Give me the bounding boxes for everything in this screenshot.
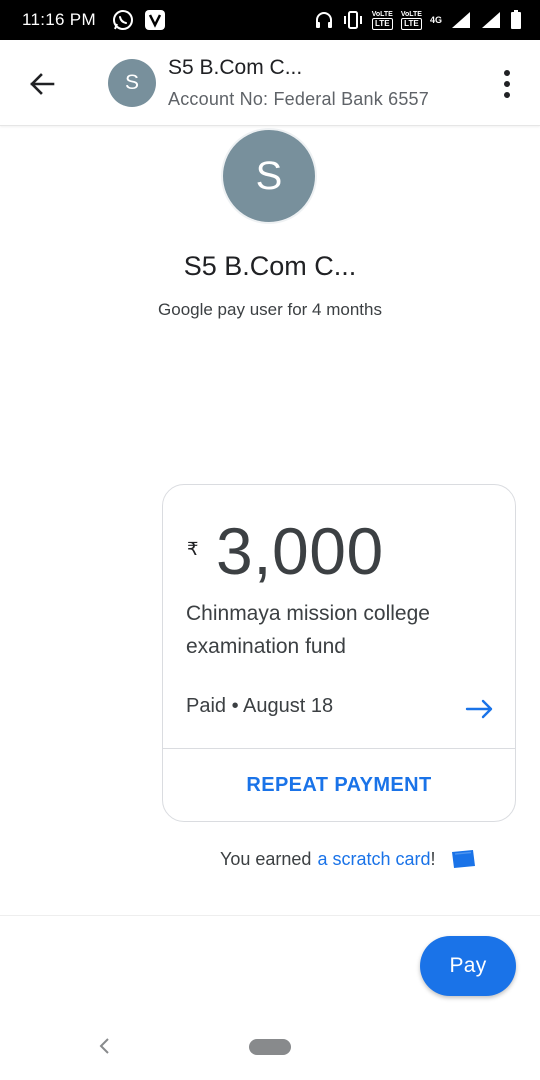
nav-back-icon (99, 1038, 109, 1054)
profile-avatar[interactable]: S (221, 128, 317, 224)
pay-button[interactable]: Pay (420, 936, 516, 996)
signal-2-icon (482, 12, 500, 28)
payment-details-button[interactable] (463, 695, 497, 723)
arrow-right-icon (465, 699, 493, 719)
back-button[interactable] (22, 64, 62, 104)
header-avatar[interactable]: S (108, 59, 156, 107)
v-app-icon (144, 10, 165, 30)
signal-4g-icon: 4G (429, 15, 442, 25)
repeat-payment-button[interactable]: REPEAT PAYMENT (163, 749, 515, 821)
payment-status: Paid • August 18 (186, 695, 334, 717)
profile-subtitle: Google pay user for 4 months (158, 300, 382, 319)
notification-icons (112, 9, 166, 31)
headphones-icon (315, 12, 332, 28)
screen: 11:16 PM VoLTE LTE VoLTE LTE 4G S S5 B.C… (0, 0, 540, 1080)
status-bar: 11:16 PM VoLTE LTE VoLTE LTE 4G (0, 0, 540, 40)
more-vert-icon-dot (504, 70, 510, 76)
scratch-suffix: ! (430, 848, 436, 869)
more-vert-icon-dot (504, 92, 510, 98)
header-contact-name: S5 B.Com C... (168, 56, 303, 79)
currency-symbol: ₹ (187, 539, 199, 559)
volte-2-icon: VoLTE LTE (400, 10, 422, 30)
scratch-card-row: You earned a scratch card ! (220, 848, 476, 870)
status-time: 11:16 PM (22, 10, 96, 29)
arrow-back-icon (30, 73, 55, 95)
whatsapp-icon (112, 10, 133, 30)
more-options-button[interactable] (492, 64, 522, 104)
more-vert-icon-dot (504, 81, 510, 87)
scratch-card-icon[interactable] (450, 848, 476, 870)
payment-amount: 3,000 (216, 514, 384, 588)
nav-home-pill[interactable] (249, 1039, 291, 1055)
volte-1-icon: VoLTE LTE (371, 10, 393, 30)
scratch-prefix: You earned (220, 848, 312, 869)
vibrate-icon (343, 11, 362, 29)
profile-name: S5 B.Com C... (183, 251, 357, 281)
bottom-divider (0, 915, 540, 916)
payment-card[interactable]: ₹ 3,000 Chinmaya mission college examina… (162, 484, 516, 822)
header-account-number: Account No: Federal Bank 6557 (168, 89, 429, 109)
system-icons: VoLTE LTE VoLTE LTE 4G (314, 10, 522, 30)
signal-icon (452, 12, 470, 28)
battery-icon (511, 10, 521, 29)
payment-note: Chinmaya mission college examination fun… (186, 602, 430, 658)
scratch-card-link[interactable]: a scratch card (317, 849, 430, 870)
app-bar: S S5 B.Com C... Account No: Federal Bank… (0, 40, 540, 126)
nav-back-button[interactable] (94, 1034, 114, 1058)
